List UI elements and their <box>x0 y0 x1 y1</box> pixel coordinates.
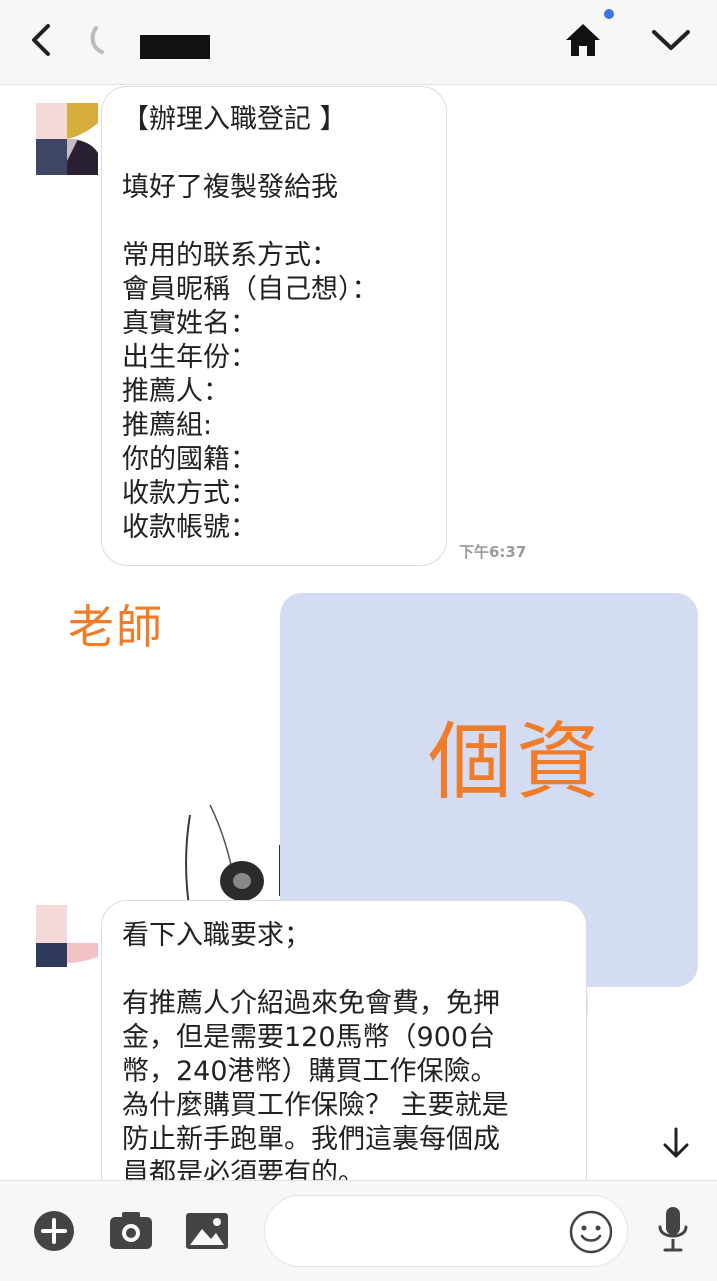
annotation-personal-info: 個資 <box>428 713 605 811</box>
camera-icon <box>110 1212 152 1249</box>
message-line: 【辦理入職登記 】 <box>122 104 347 135</box>
message-line: 推薦人： <box>122 376 230 407</box>
message-line: 幣，240港幣）購買工作保險。 <box>122 1056 498 1087</box>
menu-button[interactable] <box>646 20 696 60</box>
message-text: 看下入職要求； 有推薦人介紹過來免會費，免押 金，但是需要120馬幣（900台 … <box>122 919 586 1180</box>
message-line: 為什麼購買工作保險？ 主要就是 <box>122 1090 509 1121</box>
message-line: 防止新手跑單。我們這裏每個成 <box>122 1124 500 1155</box>
sender-avatar[interactable] <box>36 905 98 967</box>
message-line: 收款方式： <box>122 478 257 509</box>
back-button[interactable] <box>22 18 62 62</box>
message-text: 【辦理入職登記 】 填好了複製發給我 常用的联系方式： 會員昵稱（自己想）： 真… <box>122 103 446 545</box>
emoji-icon <box>569 1210 613 1254</box>
message-line: 收款帳號： <box>122 512 257 543</box>
voice-button[interactable] <box>656 1205 690 1261</box>
notification-dot <box>604 9 614 19</box>
add-button[interactable] <box>32 1209 76 1257</box>
message-bubble[interactable]: 【辦理入職登記 】 填好了複製發給我 常用的联系方式： 會員昵稱（自己想）： 真… <box>101 86 447 566</box>
message-input-bar <box>0 1180 717 1281</box>
image-icon <box>186 1213 228 1249</box>
message-line: 真實姓名： <box>122 308 257 339</box>
chevron-down-icon <box>652 30 690 50</box>
plus-icon <box>34 1211 74 1251</box>
message-bubble[interactable]: 看下入職要求； 有推薦人介紹過來免會費，免押 金，但是需要120馬幣（900台 … <box>101 900 587 1180</box>
home-icon <box>566 24 600 56</box>
arrow-down-icon <box>663 1127 689 1158</box>
message-line: 常用的联系方式： <box>122 240 338 271</box>
sender-avatar[interactable] <box>36 103 98 175</box>
message-line: 推薦組: <box>122 410 213 441</box>
emoji-button[interactable] <box>568 1209 614 1259</box>
microphone-icon <box>658 1207 688 1252</box>
contact-avatar[interactable] <box>88 20 134 60</box>
message-line: 員都是必須要有的。 <box>122 1158 365 1180</box>
gallery-button[interactable] <box>184 1211 230 1255</box>
annotation-teacher: 老師 <box>68 600 164 654</box>
home-button[interactable] <box>560 18 606 62</box>
chat-area[interactable]: 【辦理入職登記 】 填好了複製發給我 常用的联系方式： 會員昵稱（自己想）： 真… <box>0 85 717 1180</box>
camera-button[interactable] <box>108 1209 154 1257</box>
message-timestamp: 下午6:37 <box>459 543 527 561</box>
message-line: 金，但是需要120馬幣（900台 <box>122 1022 496 1053</box>
message-line: 會員昵稱（自己想）： <box>122 274 379 305</box>
contact-name-redacted <box>140 35 210 59</box>
message-line: 看下入職要求； <box>122 920 311 951</box>
message-line: 你的國籍： <box>122 444 257 475</box>
scroll-to-bottom-button[interactable] <box>656 1123 696 1163</box>
message-line: 有推薦人介紹過來免會費，免押 <box>122 988 500 1019</box>
chevron-left-icon <box>32 24 50 56</box>
message-line: 出生年份： <box>122 342 257 373</box>
message-line: 填好了複製發給我 <box>122 172 338 203</box>
chat-header <box>0 0 717 85</box>
